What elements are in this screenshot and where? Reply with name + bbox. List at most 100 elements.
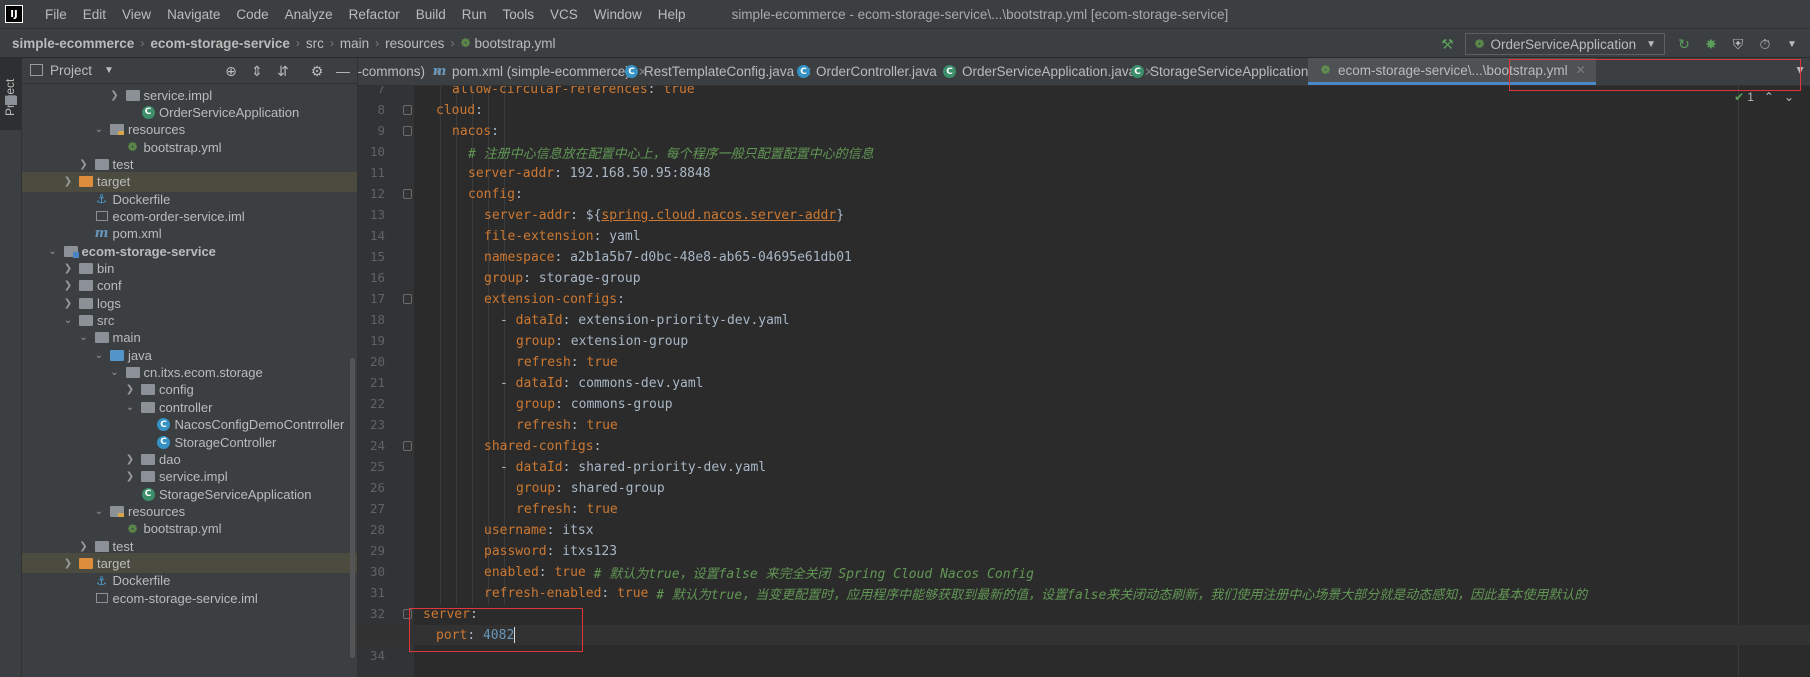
code-token-val: : commons-group (555, 396, 673, 412)
code-token-key: username (484, 522, 547, 538)
code-token-key: file-extension (484, 228, 594, 244)
code-token-val: : (593, 438, 602, 454)
tree-item-label: service.impl (159, 469, 228, 485)
chevron-right-icon[interactable]: ❯ (77, 159, 91, 170)
menu-item-view[interactable]: View (114, 7, 159, 22)
left-tool-stripe: Project (0, 58, 22, 677)
menu-item-edit[interactable]: Edit (75, 7, 114, 22)
tree-item-label: test (112, 538, 134, 554)
profiler-icon[interactable]: ⏱ (1756, 35, 1774, 53)
debug-bug-icon[interactable]: ✸ (1702, 35, 1720, 53)
breadcrumb-item[interactable]: bootstrap.yml (475, 36, 556, 51)
build-hammer-icon[interactable]: ⚒ (1438, 35, 1456, 53)
java-class-icon: C (156, 434, 172, 450)
code-token-val: : storage-group (523, 270, 641, 286)
breadcrumb-item[interactable]: src (306, 36, 324, 51)
breadcrumb-item[interactable]: simple-ecommerce (12, 36, 134, 51)
more-actions-chevron-icon[interactable]: ▼ (1783, 35, 1801, 53)
chevron-right-icon[interactable]: ❯ (61, 280, 75, 291)
project-panel: Project ▼ ⊕ ⇕ ⇵ ⚙ — ❯ service.impl C OrderS… (22, 58, 358, 677)
chevron-down-icon[interactable]: ⌄ (108, 367, 122, 378)
chevron-right-icon[interactable]: ❯ (123, 454, 137, 465)
code-token-val: : (617, 291, 625, 307)
menu-item-file[interactable]: File (37, 7, 75, 22)
chevron-right-icon[interactable]: ❯ (61, 298, 75, 309)
previous-highlight-chevron-icon[interactable]: ⌃ (1764, 90, 1774, 104)
tree-item-label: main (112, 330, 141, 346)
rerun-icon[interactable]: ↻ (1675, 35, 1693, 53)
menu-item-tools[interactable]: Tools (495, 7, 543, 22)
project-tree-scrollbar[interactable] (350, 358, 355, 658)
hide-panel-icon[interactable]: — (335, 63, 351, 79)
expand-all-icon[interactable]: ⇕ (249, 63, 265, 80)
settings-gear-icon[interactable]: ⚙ (309, 63, 325, 80)
collapse-all-icon[interactable]: ⇵ (275, 63, 291, 80)
code-token-bool: true (617, 585, 649, 601)
editor-tab-label: (ecom-commons) (358, 64, 426, 79)
code-token-val: : (601, 585, 618, 601)
tree-item[interactable]: ecom-storage-service.iml (22, 588, 357, 608)
chevron-down-icon[interactable]: ⌄ (77, 332, 91, 343)
chevron-down-icon[interactable]: ⌄ (46, 246, 60, 257)
code-line: extension-configs: (358, 289, 1810, 309)
code-token-val: : a2b1a5b7-d0bc-48e8-ab65-04695e61db01 (554, 249, 852, 265)
code-line: password: itxs123 (358, 541, 1810, 561)
next-highlight-chevron-icon[interactable]: ⌄ (1784, 90, 1794, 104)
chevron-right-icon[interactable]: ❯ (61, 176, 75, 187)
tree-item-label: StorageController (174, 434, 277, 450)
chevron-right-icon[interactable]: ❯ (108, 90, 122, 101)
maven-icon: m (432, 64, 447, 79)
spring-yml-icon: ❁ (127, 521, 138, 536)
code-line: username: itsx (358, 520, 1810, 540)
spring-yml-icon: ❁ (1320, 63, 1331, 77)
chevron-down-icon[interactable]: ⌄ (61, 315, 75, 326)
chevron-down-icon[interactable]: ⌄ (123, 402, 137, 413)
menu-item-vcs[interactable]: VCS (542, 7, 586, 22)
chevron-down-icon[interactable]: ⌄ (92, 124, 106, 135)
code-token-key: cloud (436, 102, 476, 118)
chevron-right-icon[interactable]: ❯ (61, 558, 75, 569)
inspection-widget[interactable]: ✔ 1 ⌃ ⌄ (1734, 90, 1794, 104)
select-opened-file-icon[interactable]: ⊕ (223, 63, 239, 80)
folder-icon (140, 469, 156, 485)
code-token-key: server-addr (484, 207, 571, 223)
menu-item-navigate[interactable]: Navigate (159, 7, 228, 22)
breadcrumb-item[interactable]: ecom-storage-service (150, 36, 290, 51)
tree-item-label: ecom-order-service.iml (112, 208, 245, 224)
code-token-key: refresh (516, 417, 571, 433)
spring-yml-icon: ❁ (127, 140, 138, 155)
coverage-shield-icon[interactable]: ⛨ (1729, 35, 1747, 53)
project-tool-window-button[interactable]: Project (0, 58, 22, 130)
chevron-right-icon[interactable]: ❯ (123, 384, 137, 395)
menu-item-code[interactable]: Code (228, 7, 276, 22)
code-line: group: storage-group (358, 268, 1810, 288)
run-configuration-select[interactable]: ❁ OrderServiceApplication ▼ (1465, 33, 1665, 55)
code-line: refresh: true (358, 415, 1810, 435)
code-editor[interactable]: 7 8 9 10 11 12 13 14 15 16 17 18 19 20 21 22 23 24 25 26 27 2… (358, 86, 1810, 677)
code-line: file-extension: yaml (358, 226, 1810, 246)
tree-item-label: resources (128, 122, 186, 138)
breadcrumb-item[interactable]: main (340, 36, 369, 51)
chevron-right-icon[interactable]: ❯ (77, 541, 91, 552)
menu-item-refactor[interactable]: Refactor (341, 7, 408, 22)
java-class-icon: C (624, 64, 639, 79)
code-token-bool: true (554, 564, 586, 580)
chevron-down-icon[interactable]: ⌄ (92, 350, 106, 361)
view-selector-chevron-icon[interactable]: ▼ (104, 65, 114, 76)
main-menu: File Edit View Navigate Code Analyze Refactor B… (37, 7, 694, 22)
code-token-key: shared-configs (484, 438, 594, 454)
menu-item-window[interactable]: Window (586, 7, 650, 22)
menu-item-run[interactable]: Run (454, 7, 495, 22)
menu-item-analyze[interactable]: Analyze (277, 7, 341, 22)
breadcrumb-item[interactable]: resources (385, 36, 444, 51)
code-token-val: : (570, 501, 587, 517)
chevron-down-icon[interactable]: ⌄ (92, 506, 106, 517)
code-line: server-addr: 192.168.50.95:8848 (358, 163, 1810, 183)
chevron-right-icon[interactable]: ❯ (61, 263, 75, 274)
chevron-right-icon[interactable]: ❯ (123, 471, 137, 482)
menu-item-help[interactable]: Help (650, 7, 694, 22)
editor-tab-label: OrderServiceApplication.java (962, 64, 1137, 79)
menu-item-build[interactable]: Build (408, 7, 454, 22)
code-line: namespace: a2b1a5b7-d0bc-48e8-ab65-04695… (358, 247, 1810, 267)
folder-icon (78, 278, 94, 294)
